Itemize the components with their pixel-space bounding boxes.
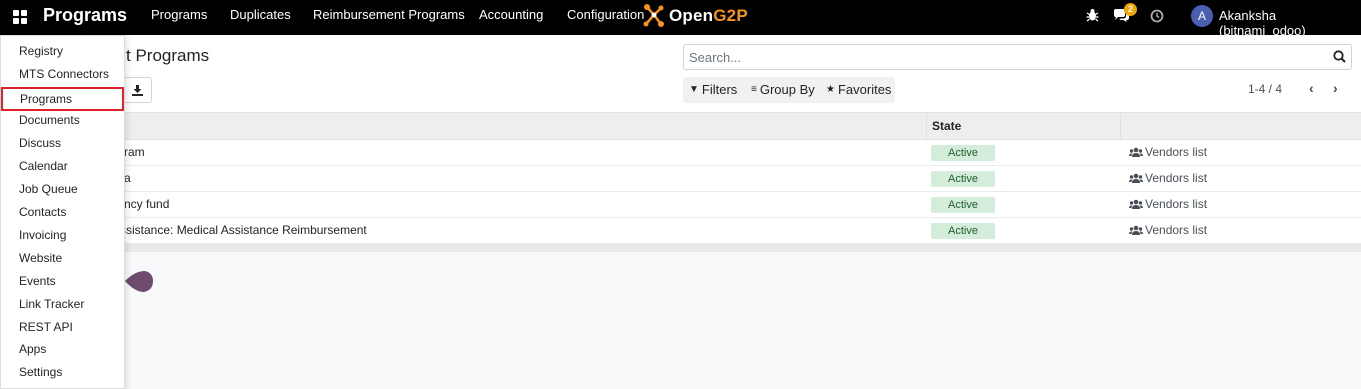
menu-item-discuss[interactable]: Discuss bbox=[1, 132, 124, 155]
status-badge: Active bbox=[931, 197, 995, 213]
menu-item-website[interactable]: Website bbox=[1, 247, 124, 270]
apps-grid-icon[interactable] bbox=[13, 10, 27, 24]
status-badge: Active bbox=[931, 171, 995, 187]
nav-menu-accounting[interactable]: Accounting bbox=[479, 7, 543, 22]
vendors-list-button[interactable]: Vendors list bbox=[1129, 145, 1207, 159]
menu-item-apps[interactable]: Apps bbox=[1, 338, 124, 361]
menu-item-events[interactable]: Events bbox=[1, 270, 124, 293]
pager-value[interactable]: 1-4 / 4 bbox=[1248, 82, 1282, 96]
top-navbar: Programs Programs Duplicates Reimburseme… bbox=[0, 0, 1361, 38]
table-row[interactable]: ssistance: Medical Assistance Reimbursem… bbox=[0, 218, 1361, 244]
search-box bbox=[683, 44, 1352, 70]
user-avatar[interactable]: A bbox=[1191, 5, 1213, 27]
search-options-bar: ▼ Filters ≡ Group By ★ Favorites bbox=[683, 77, 895, 103]
state-column-header[interactable]: State bbox=[932, 119, 961, 133]
vendors-list-button[interactable]: Vendors list bbox=[1129, 197, 1207, 211]
column-divider bbox=[1120, 113, 1121, 140]
clock-icon[interactable] bbox=[1150, 9, 1164, 26]
apps-dropdown-menu: Registry MTS Connectors Programs Documen… bbox=[0, 35, 125, 389]
menu-item-documents[interactable]: Documents bbox=[1, 109, 124, 132]
table-row[interactable]: ram Active Vendors list bbox=[0, 140, 1361, 166]
favorites-button[interactable]: ★ Favorites bbox=[826, 82, 891, 97]
users-icon bbox=[1129, 173, 1143, 183]
search-icon[interactable] bbox=[1333, 50, 1346, 66]
menu-item-registry[interactable]: Registry bbox=[1, 40, 124, 63]
purple-blob-shape bbox=[125, 271, 153, 292]
list-icon: ≡ bbox=[751, 84, 757, 95]
menu-item-settings[interactable]: Settings bbox=[1, 361, 124, 384]
status-badge: Active bbox=[931, 145, 995, 161]
vendors-list-button[interactable]: Vendors list bbox=[1129, 171, 1207, 185]
app-title[interactable]: Programs bbox=[43, 5, 127, 26]
logo-text-open: Open bbox=[669, 6, 714, 25]
program-name: ncy fund bbox=[124, 197, 170, 211]
nav-menu-reimbursement-programs[interactable]: Reimbursement Programs bbox=[313, 7, 465, 22]
menu-item-contacts[interactable]: Contacts bbox=[1, 201, 124, 224]
users-icon bbox=[1129, 147, 1143, 157]
table-footer bbox=[0, 244, 1361, 252]
download-icon bbox=[132, 84, 143, 96]
status-badge: Active bbox=[931, 223, 995, 239]
menu-item-calendar[interactable]: Calendar bbox=[1, 155, 124, 178]
column-divider bbox=[926, 113, 927, 140]
chevron-right-icon[interactable]: › bbox=[1333, 80, 1338, 96]
menu-item-rest-api[interactable]: REST API bbox=[1, 316, 124, 339]
search-input[interactable] bbox=[684, 45, 1324, 69]
users-icon bbox=[1129, 225, 1143, 235]
program-name: ram bbox=[124, 145, 145, 159]
groupby-button[interactable]: ≡ Group By bbox=[751, 82, 815, 97]
table-row[interactable]: a Active Vendors list bbox=[0, 166, 1361, 192]
nav-menu-configuration[interactable]: Configuration bbox=[567, 7, 644, 22]
nav-menu-programs[interactable]: Programs bbox=[151, 7, 207, 22]
filter-icon: ▼ bbox=[689, 84, 699, 95]
table-row[interactable]: ncy fund Active Vendors list bbox=[0, 192, 1361, 218]
table-header: State bbox=[0, 113, 1361, 140]
program-name: a bbox=[124, 171, 131, 185]
logo-text-g2p: G2P bbox=[713, 6, 748, 25]
export-button[interactable] bbox=[124, 77, 152, 103]
vendors-list-button[interactable]: Vendors list bbox=[1129, 223, 1207, 237]
program-name: ssistance: Medical Assistance Reimbursem… bbox=[120, 223, 367, 237]
chevron-left-icon[interactable]: ‹ bbox=[1309, 80, 1314, 96]
menu-item-mts-connectors[interactable]: MTS Connectors bbox=[1, 63, 124, 86]
users-icon bbox=[1129, 199, 1143, 209]
programs-table: State ram Active Vendors list a Active V… bbox=[0, 113, 1361, 252]
chat-badge: 2 bbox=[1124, 3, 1138, 16]
control-panel: t Programs ▼Filters ≡Group By ★Favorites… bbox=[0, 35, 1361, 113]
filters-button[interactable]: ▼ Filters bbox=[689, 82, 737, 97]
user-name[interactable]: Akanksha (bitnami_odoo) bbox=[1219, 8, 1361, 38]
page-title: t Programs bbox=[126, 46, 210, 65]
menu-item-invoicing[interactable]: Invoicing bbox=[1, 224, 124, 247]
star-icon: ★ bbox=[826, 84, 835, 95]
menu-item-link-tracker[interactable]: Link Tracker bbox=[1, 293, 124, 316]
openg2p-logo-icon bbox=[643, 4, 664, 27]
bug-icon[interactable] bbox=[1086, 8, 1099, 25]
menu-item-programs[interactable]: Programs bbox=[1, 87, 124, 111]
menu-item-job-queue[interactable]: Job Queue bbox=[1, 178, 124, 201]
nav-menu-duplicates[interactable]: Duplicates bbox=[230, 7, 291, 22]
openg2p-logo: OpenG2P bbox=[642, 3, 748, 29]
